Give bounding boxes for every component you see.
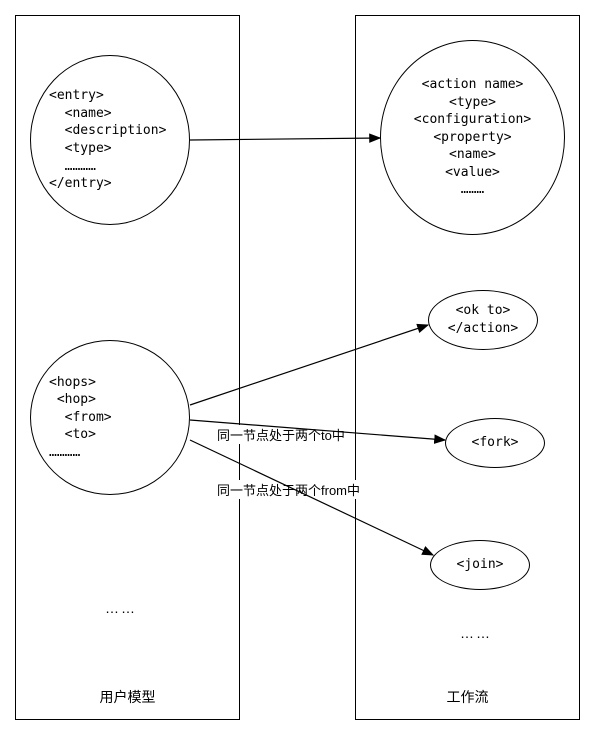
entry-line-4: ………… bbox=[49, 158, 96, 176]
right-ellipsis: …… bbox=[460, 625, 492, 641]
left-ellipsis: …… bbox=[105, 600, 137, 616]
right-panel-label: 工作流 bbox=[356, 687, 579, 707]
hops-line-0: <hops> bbox=[49, 374, 96, 392]
hops-node: <hops> <hop> <from> <to> ………… bbox=[30, 340, 190, 495]
ok-node: <ok to> </action> bbox=[428, 290, 538, 350]
entry-line-0: <entry> bbox=[49, 87, 104, 105]
entry-line-3: <type> bbox=[49, 140, 112, 158]
hops-line-2: <from> bbox=[49, 409, 112, 427]
action-line-1: <type> bbox=[449, 94, 496, 112]
fork-label: <fork> bbox=[472, 434, 519, 452]
action-line-2: <configuration> bbox=[414, 111, 531, 129]
hops-line-3: <to> bbox=[49, 426, 96, 444]
action-line-4: <name> bbox=[449, 146, 496, 164]
entry-line-5: </entry> bbox=[49, 175, 112, 193]
join-node: <join> bbox=[430, 540, 530, 590]
entry-node: <entry> <name> <description> <type> …………… bbox=[30, 55, 190, 225]
ok-line-1: </action> bbox=[448, 320, 518, 338]
hops-line-4: ………… bbox=[49, 444, 80, 462]
action-line-0: <action name> bbox=[422, 76, 524, 94]
join-label: <join> bbox=[457, 556, 504, 574]
hops-line-1: <hop> bbox=[49, 391, 96, 409]
action-node: <action name> <type> <configuration> <pr… bbox=[380, 40, 565, 235]
entry-line-1: <name> bbox=[49, 105, 112, 123]
fork-node: <fork> bbox=[445, 418, 545, 468]
edge-label-join: 同一节点处于两个from中 bbox=[215, 480, 362, 499]
ok-line-0: <ok to> bbox=[456, 302, 511, 320]
action-line-5: <value> bbox=[445, 164, 500, 182]
action-line-3: <property> bbox=[433, 129, 511, 147]
entry-line-2: <description> bbox=[49, 122, 166, 140]
action-line-6: ……… bbox=[461, 181, 484, 199]
edge-label-fork: 同一节点处于两个to中 bbox=[215, 425, 347, 444]
left-panel-label: 用户模型 bbox=[16, 687, 239, 707]
